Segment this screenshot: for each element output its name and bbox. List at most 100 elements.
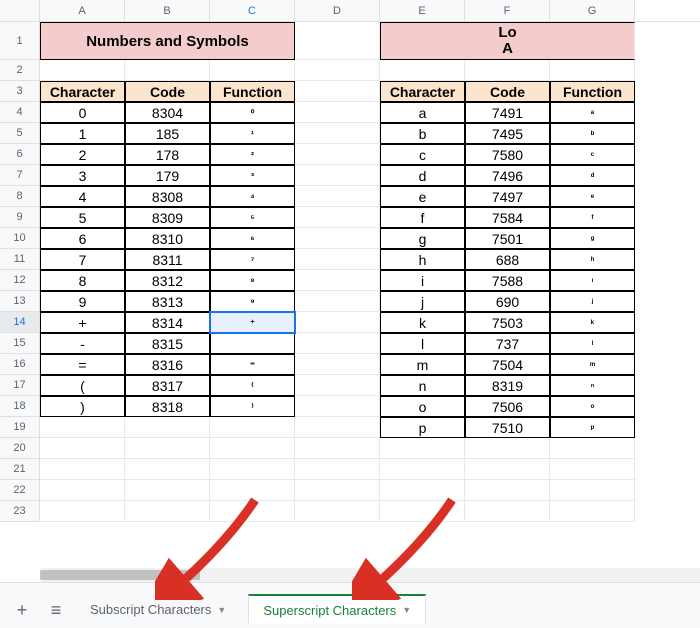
cell-func[interactable]: ⁰ xyxy=(210,102,295,123)
cell-func[interactable]: ᵇ xyxy=(550,123,635,144)
cell-func[interactable]: ⁷ xyxy=(210,249,295,270)
cell-D14[interactable] xyxy=(295,312,380,333)
cell-code[interactable]: 7584 xyxy=(465,207,550,228)
cell-func[interactable]: ⁵ xyxy=(210,207,295,228)
cell-char[interactable]: n xyxy=(380,375,465,396)
cell-G20[interactable] xyxy=(550,438,635,459)
cell-code[interactable]: 8308 xyxy=(125,186,210,207)
col-B[interactable]: B xyxy=(125,0,210,21)
cell-code[interactable]: 7580 xyxy=(465,144,550,165)
cell-char[interactable]: 8 xyxy=(40,270,125,291)
col-D[interactable]: D xyxy=(295,0,380,21)
cell-A21[interactable] xyxy=(40,459,125,480)
cell-char[interactable]: e xyxy=(380,186,465,207)
cell-code[interactable]: 7491 xyxy=(465,102,550,123)
col-A[interactable]: A xyxy=(40,0,125,21)
cell-A19[interactable] xyxy=(40,417,125,438)
cell-G2[interactable] xyxy=(550,60,635,81)
cell-D7[interactable] xyxy=(295,165,380,186)
row-11[interactable]: 11 xyxy=(0,249,40,270)
row-9[interactable]: 9 xyxy=(0,207,40,228)
cell-F20[interactable] xyxy=(465,438,550,459)
row-16[interactable]: 16 xyxy=(0,354,40,375)
cell-G22[interactable] xyxy=(550,480,635,501)
row-3[interactable]: 3 xyxy=(0,81,40,102)
cell-char[interactable]: i xyxy=(380,270,465,291)
cell-D13[interactable] xyxy=(295,291,380,312)
cell-code[interactable]: 8309 xyxy=(125,207,210,228)
cell-char[interactable]: d xyxy=(380,165,465,186)
row-20[interactable]: 20 xyxy=(0,438,40,459)
cell-code[interactable]: 185 xyxy=(125,123,210,144)
row-8[interactable]: 8 xyxy=(0,186,40,207)
cell-char[interactable]: 7 xyxy=(40,249,125,270)
cell-D9[interactable] xyxy=(295,207,380,228)
cell-func[interactable]: ⁶ xyxy=(210,228,295,249)
cell-func[interactable]: ᵉ xyxy=(550,186,635,207)
cell-code[interactable]: 7503 xyxy=(465,312,550,333)
add-sheet-button[interactable]: + xyxy=(8,596,36,624)
cell-B19[interactable] xyxy=(125,417,210,438)
cell-D4[interactable] xyxy=(295,102,380,123)
row-2[interactable]: 2 xyxy=(0,60,40,81)
row-19[interactable]: 19 xyxy=(0,417,40,438)
cell-E21[interactable] xyxy=(380,459,465,480)
cell-func[interactable]: ᶜ xyxy=(550,144,635,165)
cell-code[interactable]: 8310 xyxy=(125,228,210,249)
col-E[interactable]: E xyxy=(380,0,465,21)
cell-A20[interactable] xyxy=(40,438,125,459)
cell-char[interactable]: h xyxy=(380,249,465,270)
cell-D20[interactable] xyxy=(295,438,380,459)
cell-D10[interactable] xyxy=(295,228,380,249)
cell-F23[interactable] xyxy=(465,501,550,522)
cell-D6[interactable] xyxy=(295,144,380,165)
cell-D5[interactable] xyxy=(295,123,380,144)
row-4[interactable]: 4 xyxy=(0,102,40,123)
cell-code[interactable]: 8304 xyxy=(125,102,210,123)
cell-code[interactable]: 7506 xyxy=(465,396,550,417)
cell-D21[interactable] xyxy=(295,459,380,480)
cell-D16[interactable] xyxy=(295,354,380,375)
row-15[interactable]: 15 xyxy=(0,333,40,354)
cell-code[interactable]: 7497 xyxy=(465,186,550,207)
chevron-down-icon[interactable]: ▼ xyxy=(217,605,226,615)
cell-char[interactable]: 2 xyxy=(40,144,125,165)
header-function-left[interactable]: Function xyxy=(210,81,295,102)
cell-code[interactable]: 7495 xyxy=(465,123,550,144)
cell-char[interactable]: j xyxy=(380,291,465,312)
cell-C20[interactable] xyxy=(210,438,295,459)
row-10[interactable]: 10 xyxy=(0,228,40,249)
row-5[interactable]: 5 xyxy=(0,123,40,144)
header-code-left[interactable]: Code xyxy=(125,81,210,102)
cell-func[interactable]: ʲ xyxy=(550,291,635,312)
row-12[interactable]: 12 xyxy=(0,270,40,291)
cell-char[interactable]: = xyxy=(40,354,125,375)
cell-char[interactable]: b xyxy=(380,123,465,144)
cell-char[interactable]: a xyxy=(380,102,465,123)
cell-func[interactable]: ʰ xyxy=(550,249,635,270)
cell-code[interactable]: 7501 xyxy=(465,228,550,249)
cell-func[interactable]: ˡ xyxy=(550,333,635,354)
cell-func[interactable] xyxy=(210,333,295,354)
cell-code[interactable]: 8318 xyxy=(125,396,210,417)
cell-D8[interactable] xyxy=(295,186,380,207)
select-all-corner[interactable] xyxy=(0,0,40,21)
cell-D12[interactable] xyxy=(295,270,380,291)
cell-D2[interactable] xyxy=(295,60,380,81)
cell-A22[interactable] xyxy=(40,480,125,501)
spreadsheet-grid[interactable]: A B C D E F G 1Numbers and SymbolsLoA23C… xyxy=(0,0,700,582)
cell-E2[interactable] xyxy=(380,60,465,81)
cell-code[interactable]: 7504 xyxy=(465,354,550,375)
cell-D18[interactable] xyxy=(295,396,380,417)
row-13[interactable]: 13 xyxy=(0,291,40,312)
cell-func[interactable]: ᵈ xyxy=(550,165,635,186)
cell-func[interactable]: ᶠ xyxy=(550,207,635,228)
cell-char[interactable]: f xyxy=(380,207,465,228)
all-sheets-button[interactable]: ≡ xyxy=(42,596,70,624)
row-14[interactable]: 14 xyxy=(0,312,40,333)
cell-D1[interactable] xyxy=(295,22,380,60)
row-18[interactable]: 18 xyxy=(0,396,40,417)
cell-code[interactable]: 8311 xyxy=(125,249,210,270)
row-17[interactable]: 17 xyxy=(0,375,40,396)
cell-F22[interactable] xyxy=(465,480,550,501)
